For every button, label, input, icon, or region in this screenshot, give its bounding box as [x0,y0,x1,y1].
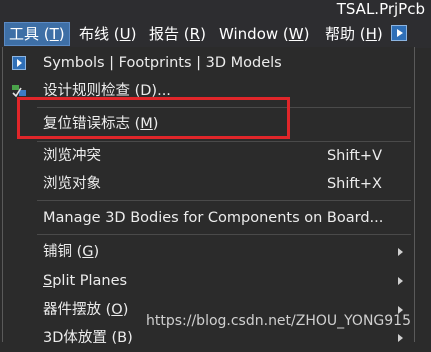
menu-reports-mnemonic: R [189,25,201,43]
window-title: TSAL.PrjPcb [336,0,425,18]
menu-item-placement-label: 器件摆放 (O) [43,296,128,324]
copper-label-mnemonic: G [82,244,94,260]
menu-item-manage-3d-bodies[interactable]: Manage 3D Bodies for Components on Board… [3,204,414,232]
tools-dropdown-menu: Symbols | Footprints | 3D Models 设计规则检查 … [2,47,415,346]
menu-route-label: 布线 ( [79,25,120,43]
submenu-arrow-icon [398,277,403,285]
menu-window-suffix: ) [303,25,310,43]
menu-route-mnemonic: U [119,25,131,43]
menu-item-manage-3d-label: Manage 3D Bodies for Components on Board… [43,210,384,226]
menu-help-suffix: ) [376,25,383,43]
menu-item-browse-objects-shortcut: Shift+X [326,176,382,192]
submenu-arrow-icon [398,334,403,342]
menu-item-browse-conflicts-label: 浏览冲突 [43,148,101,164]
menu-tools-mnemonic: T [49,25,59,43]
menu-help[interactable]: 帮助 (H) [321,22,387,46]
menu-tools-suffix: ) [58,25,65,43]
menu-item-body3d-label: 3D体放置 (B) [43,330,133,346]
submenu-arrow-icon [398,248,403,256]
menu-reports-suffix: ) [200,25,206,43]
menu-item-split-label: Split Planes [43,267,127,295]
menu-item-browse-conflicts[interactable]: 浏览冲突 Shift+V [3,142,414,170]
menu-tools-label: 工具 ( [9,25,50,43]
split-label-mnemonic: S [43,273,53,289]
red-annotation-box [17,97,290,139]
menu-item-browse-objects[interactable]: 浏览对象 Shift+X [3,170,414,198]
menu-separator [37,234,411,235]
menu-bar: 工具 (T) 布线 (U) 报告 (R) Window (W) 帮助 (H) [0,18,431,48]
menu-window-label: Window ( [219,25,289,43]
menu-help-label: 帮助 ( [325,25,366,43]
menu-item-symbols[interactable]: Symbols | Footprints | 3D Models [3,49,414,77]
drc-check-icon [12,85,26,98]
menu-window[interactable]: Window (W) [215,22,313,46]
title-bar: TSAL.PrjPcb [0,0,431,18]
menu-tools[interactable]: 工具 (T) [4,22,70,46]
menu-item-symbols-label: Symbols | Footprints | 3D Models [43,55,282,71]
menu-item-polygon-pour[interactable]: 铺铜 (G) [3,238,414,266]
placement-label-mnemonic: O [111,302,123,318]
watermark: https://blog.csdn.net/ZHOU_YONG915 [146,313,411,329]
menu-reports[interactable]: 报告 (R) [145,22,210,46]
copper-label-suffix: ) [93,244,100,260]
menu-item-split-planes[interactable]: Split Planes [3,267,414,295]
split-label-text: plit Planes [52,273,128,289]
placement-label-suffix: ) [122,302,129,318]
menu-route[interactable]: 布线 (U) [75,22,140,46]
menu-separator [37,200,411,201]
menu-reports-label: 报告 ( [149,25,190,43]
menu-help-mnemonic: H [365,25,377,43]
menu-item-browse-objects-label: 浏览对象 [43,176,101,192]
play-arrow-icon [12,56,26,70]
menu-item-copper-label: 铺铜 (G) [43,238,99,266]
copper-label-text: 铺铜 ( [43,244,83,260]
menu-item-browse-conflicts-shortcut: Shift+V [326,148,382,164]
menubar-overflow-arrow-icon[interactable] [391,25,407,41]
placement-label-text: 器件摆放 ( [43,302,112,318]
menu-route-suffix: ) [130,25,137,43]
menu-window-mnemonic: W [288,25,304,43]
